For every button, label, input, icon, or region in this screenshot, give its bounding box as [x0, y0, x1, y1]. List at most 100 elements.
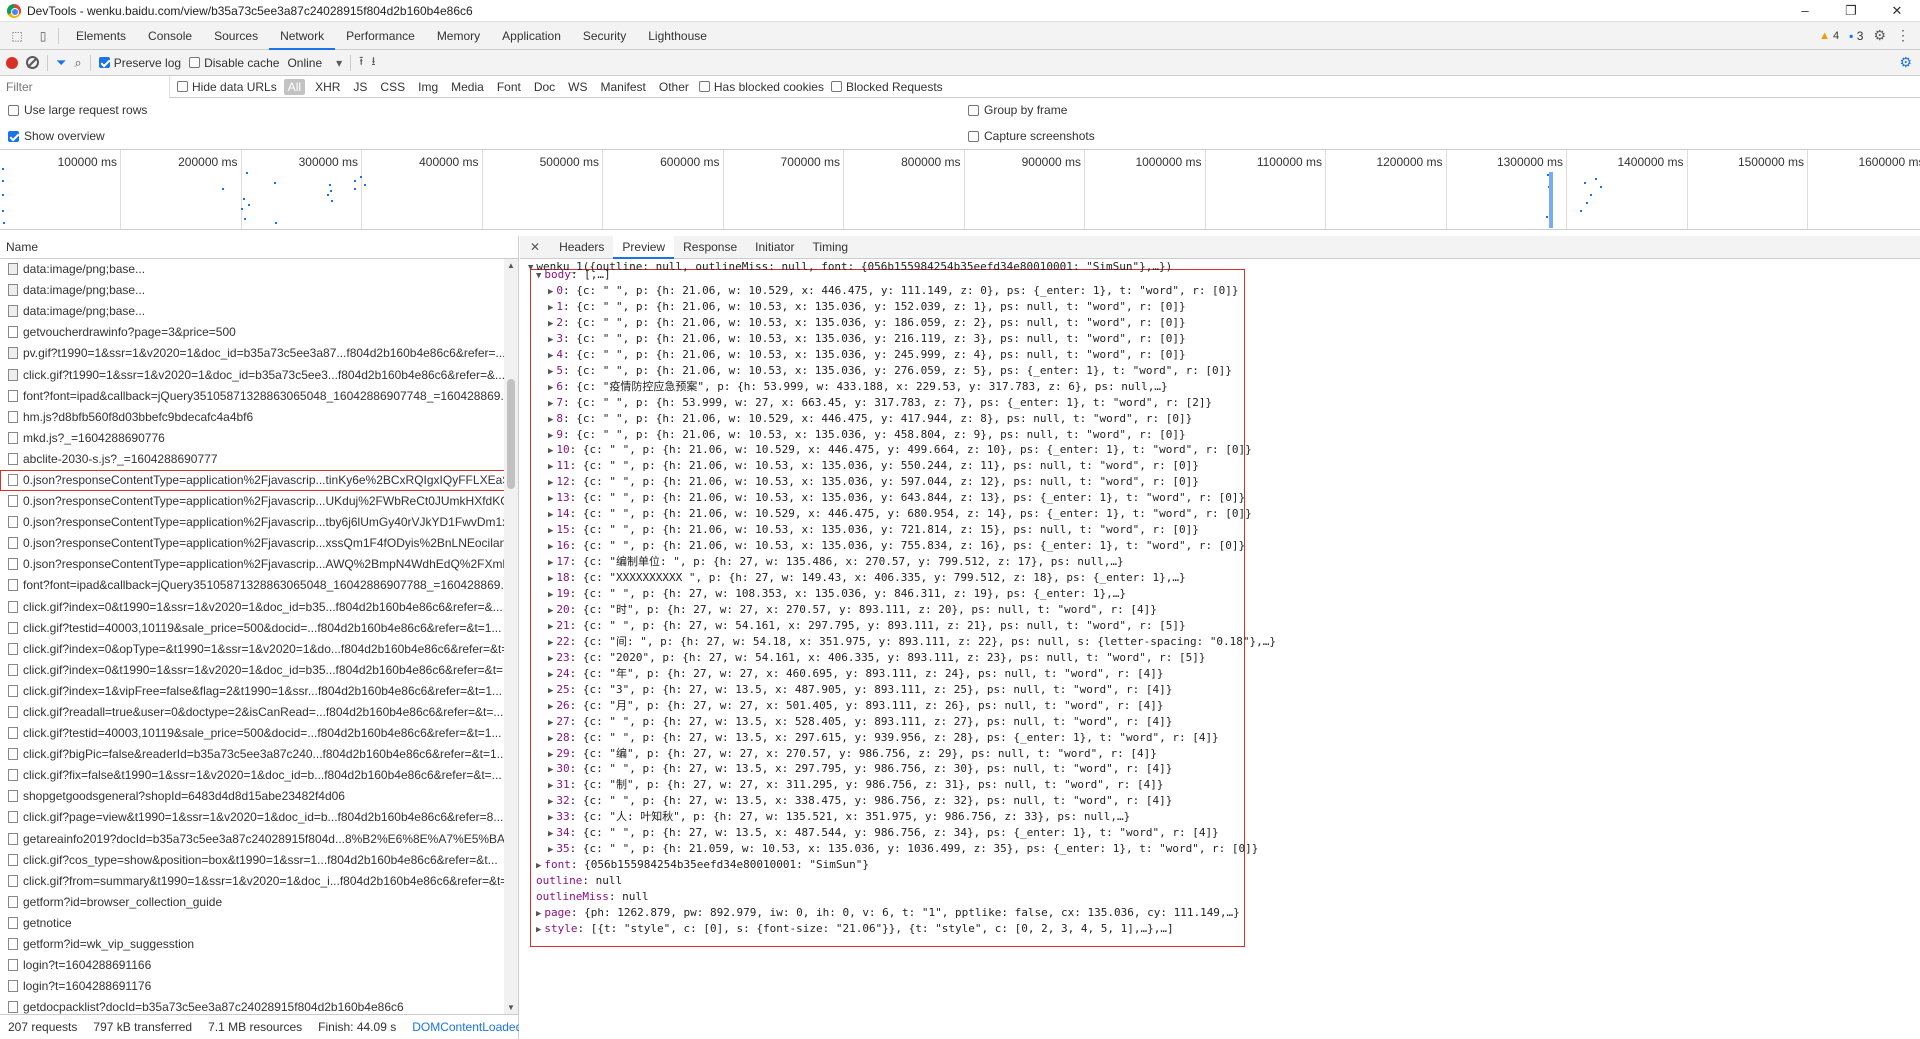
- tab-sources[interactable]: Sources: [203, 22, 269, 50]
- json-body-item[interactable]: ▶ 35: {c: " ", p: {h: 21.059, w: 10.53, x…: [548, 841, 1258, 857]
- collapse-arrow-icon[interactable]: ▶: [548, 431, 553, 441]
- collapse-arrow-icon[interactable]: ▶: [548, 383, 553, 393]
- preserve-log-checkbox[interactable]: Preserve log: [98, 56, 181, 70]
- json-body-item[interactable]: ▶ 15: {c: " ", p: {h: 21.06, w: 10.53, x:…: [548, 522, 1199, 538]
- search-icon[interactable]: ⌕: [74, 55, 81, 71]
- json-body-item[interactable]: ▶ 4: {c: " ", p: {h: 21.06, w: 10.53, x: …: [548, 347, 1186, 363]
- collapse-arrow-icon[interactable]: ▶: [548, 765, 553, 775]
- disable-cache-checkbox[interactable]: Disable cache: [189, 56, 279, 70]
- checkbox[interactable]: [698, 81, 710, 92]
- request-row[interactable]: getform?id=browser_collection_guide: [0, 892, 505, 913]
- hide-data-urls-checkbox[interactable]: Hide data URLs: [177, 80, 277, 94]
- request-row[interactable]: shopgetgoodsgeneral?shopId=6483d4d8d15ab…: [0, 786, 505, 808]
- json-body-item[interactable]: ▶ 10: {c: " ", p: {h: 21.06, w: 10.529, x…: [548, 442, 1252, 458]
- blocked-cookies-checkbox[interactable]: Has blocked cookies: [698, 80, 824, 94]
- collapse-arrow-icon[interactable]: ▶: [548, 494, 553, 504]
- json-body-node[interactable]: ▼ body: [,…]: [536, 267, 611, 283]
- request-row[interactable]: data:image/png;base...: [0, 301, 505, 323]
- scroll-up-icon[interactable]: ▲: [507, 261, 515, 270]
- request-row[interactable]: font?font=ipad&callback=jQuery3510587132…: [0, 575, 505, 597]
- json-property[interactable]: ▶ style: [{t: "style", c: [0], s: {font-s…: [536, 921, 1174, 937]
- large-rows-checkbox[interactable]: Use large request rows: [8, 103, 147, 117]
- network-settings-gear-icon[interactable]: ⚙: [1899, 54, 1912, 71]
- tab-performance[interactable]: Performance: [335, 22, 426, 50]
- json-body-item[interactable]: ▶ 18: {c: "XXXXXXXXXX ", p: {h: 27, w: 14…: [548, 570, 1186, 586]
- json-body-item[interactable]: ▶ 29: {c: "编", p: {h: 27, w: 27, x: 270.5…: [548, 746, 1157, 762]
- collapse-arrow-icon[interactable]: ▶: [536, 925, 541, 935]
- warnings-badge[interactable]: ▲ 4: [1819, 30, 1839, 42]
- name-column-header[interactable]: Name: [0, 236, 518, 259]
- json-body-item[interactable]: ▶ 17: {c: "编制单位: ", p: {h: 27, w: 135.486…: [548, 554, 1124, 570]
- json-body-item[interactable]: ▶ 6: {c: "疫情防控应急预案", p: {h: 53.999, w: 43…: [548, 379, 1168, 395]
- collapse-arrow-icon[interactable]: ▶: [548, 702, 553, 712]
- request-row[interactable]: click.gif?t1990=1&ssr=1&v2020=1&doc_id=b…: [0, 364, 505, 386]
- filter-type-css[interactable]: CSS: [377, 79, 408, 95]
- collapse-arrow-icon[interactable]: ▶: [548, 415, 553, 425]
- json-body-item[interactable]: ▶ 19: {c: " ", p: {h: 27, w: 108.353, x: …: [548, 586, 1126, 602]
- request-row[interactable]: click.gif?index=1&vipFree=false&flag=2&t…: [0, 681, 505, 702]
- collapse-arrow-icon[interactable]: ▶: [548, 734, 553, 744]
- json-body-item[interactable]: ▶ 22: {c: "间: ", p: {h: 27, w: 54.18, x: …: [548, 634, 1276, 650]
- collapse-arrow-icon[interactable]: ▶: [548, 670, 553, 680]
- collapse-arrow-icon[interactable]: ▶: [548, 686, 553, 696]
- collapse-arrow-icon[interactable]: ▶: [548, 558, 553, 568]
- checkbox-checked[interactable]: [98, 57, 110, 68]
- tab-console[interactable]: Console: [137, 22, 203, 50]
- request-row[interactable]: click.gif?fix=false&t1990=1&ssr=1&v2020=…: [0, 765, 505, 787]
- checkbox-checked[interactable]: [8, 130, 19, 142]
- json-body-item[interactable]: ▶ 32: {c: " ", p: {h: 27, w: 13.5, x: 338…: [548, 793, 1172, 809]
- collapse-arrow-icon[interactable]: ▶: [548, 478, 553, 488]
- collapse-arrow-icon[interactable]: ▶: [536, 861, 541, 871]
- request-row[interactable]: abclite-2030-s.js?_=1604288690777: [0, 449, 505, 470]
- tab-memory[interactable]: Memory: [426, 22, 491, 50]
- collapse-arrow-icon[interactable]: ▶: [548, 797, 553, 807]
- request-row[interactable]: data:image/png;base...: [0, 280, 505, 302]
- request-row[interactable]: click.gif?readall=true&user=0&doctype=2&…: [0, 702, 505, 724]
- json-body-item[interactable]: ▶ 14: {c: " ", p: {h: 21.06, w: 10.529, x…: [548, 506, 1252, 522]
- record-icon[interactable]: [6, 56, 18, 69]
- request-row[interactable]: getnotice: [0, 913, 505, 934]
- checkbox[interactable]: [968, 104, 979, 116]
- request-row[interactable]: mkd.js?_=1604288690776: [0, 428, 505, 449]
- json-body-item[interactable]: ▶ 25: {c: "3", p: {h: 27, w: 13.5, x: 487…: [548, 682, 1172, 698]
- collapse-arrow-icon[interactable]: ▶: [548, 303, 553, 313]
- clear-icon[interactable]: [26, 56, 39, 69]
- json-body-item[interactable]: ▶ 31: {c: "制", p: {h: 27, w: 27, x: 311.2…: [548, 777, 1163, 793]
- settings-gear-icon[interactable]: ⚙: [1873, 27, 1886, 44]
- collapse-arrow-icon[interactable]: ▶: [548, 446, 553, 456]
- json-root-line[interactable]: ▼ wenku_1({outline: null, outlineMiss: nu…: [528, 259, 1172, 275]
- inspect-element-icon[interactable]: ⬚: [8, 28, 26, 44]
- more-menu-icon[interactable]: ⋮: [1896, 27, 1910, 44]
- request-row[interactable]: getform?id=wk_vip_suggesstion: [0, 934, 505, 956]
- request-row[interactable]: 0.json?responseContentType=application%2…: [0, 491, 505, 513]
- request-row[interactable]: font?font=ipad&callback=jQuery3510587132…: [0, 386, 505, 407]
- collapse-arrow-icon[interactable]: ▶: [548, 335, 553, 345]
- collapse-arrow-icon[interactable]: ▶: [548, 351, 553, 361]
- json-body-item[interactable]: ▶ 12: {c: " ", p: {h: 21.06, w: 10.53, x:…: [548, 474, 1199, 490]
- request-row[interactable]: getdocpacklist?docId=b35a73c5ee3a87c2402…: [0, 997, 505, 1014]
- filter-type-js[interactable]: JS: [350, 79, 370, 95]
- checkbox[interactable]: [189, 57, 201, 68]
- scroll-down-icon[interactable]: ▼: [507, 1003, 515, 1012]
- export-har-icon[interactable]: ⭳: [371, 52, 375, 73]
- tab-application[interactable]: Application: [491, 22, 572, 50]
- minimize-button[interactable]: –: [1782, 3, 1828, 19]
- collapse-arrow-icon[interactable]: ▶: [548, 542, 553, 552]
- request-row[interactable]: getareainfo2019?docId=b35a73c5ee3a87c240…: [0, 829, 505, 850]
- filter-type-font[interactable]: Font: [494, 79, 524, 95]
- json-body-item[interactable]: ▶ 21: {c: " ", p: {h: 27, w: 54.161, x: 2…: [548, 618, 1186, 634]
- collapse-arrow-icon[interactable]: ▶: [548, 654, 553, 664]
- tab-response[interactable]: Response: [674, 236, 746, 259]
- collapse-arrow-icon[interactable]: ▶: [548, 813, 553, 823]
- request-list-scrollbar[interactable]: ▲ ▼: [504, 259, 518, 1014]
- request-row[interactable]: 0.json?responseContentType=application%2…: [0, 554, 505, 576]
- json-body-item[interactable]: ▶ 28: {c: " ", p: {h: 27, w: 13.5, x: 297…: [548, 730, 1219, 746]
- collapse-arrow-icon[interactable]: ▶: [536, 909, 541, 919]
- tab-security[interactable]: Security: [572, 22, 637, 50]
- collapse-arrow-icon[interactable]: ▶: [548, 829, 553, 839]
- filter-type-img[interactable]: Img: [415, 79, 441, 95]
- request-row[interactable]: 0.json?responseContentType=application%2…: [0, 469, 505, 492]
- request-row[interactable]: click.gif?index=0&t1990=1&ssr=1&v2020=1&…: [0, 660, 505, 681]
- maximize-button[interactable]: ❐: [1828, 3, 1874, 19]
- tab-timing[interactable]: Timing: [804, 236, 858, 259]
